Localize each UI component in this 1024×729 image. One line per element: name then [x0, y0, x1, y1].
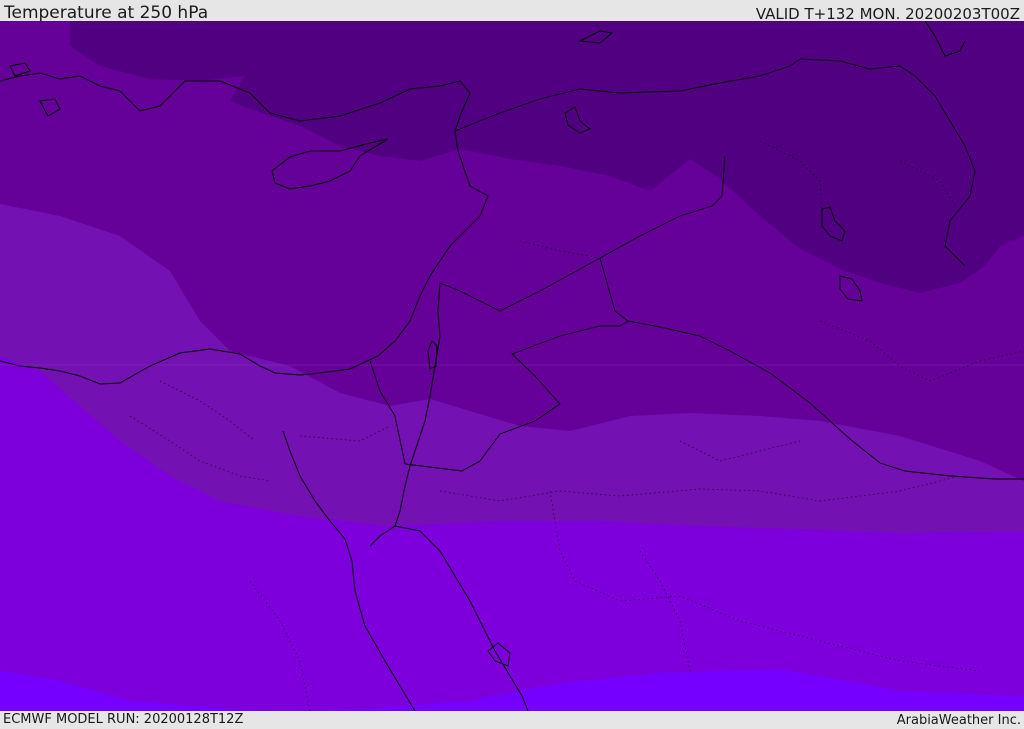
weather-map[interactable] [0, 21, 1024, 711]
credit-label: ArabiaWeather Inc. [896, 713, 1021, 728]
footer-bar: ECMWF MODEL RUN: 20200128T12Z ArabiaWeat… [0, 711, 1024, 729]
model-run-label: ECMWF MODEL RUN: 20200128T12Z [3, 712, 244, 727]
map-title: Temperature at 250 hPa [4, 3, 209, 23]
header-bar: Temperature at 250 hPa VALID T+132 MON. … [0, 0, 1024, 23]
